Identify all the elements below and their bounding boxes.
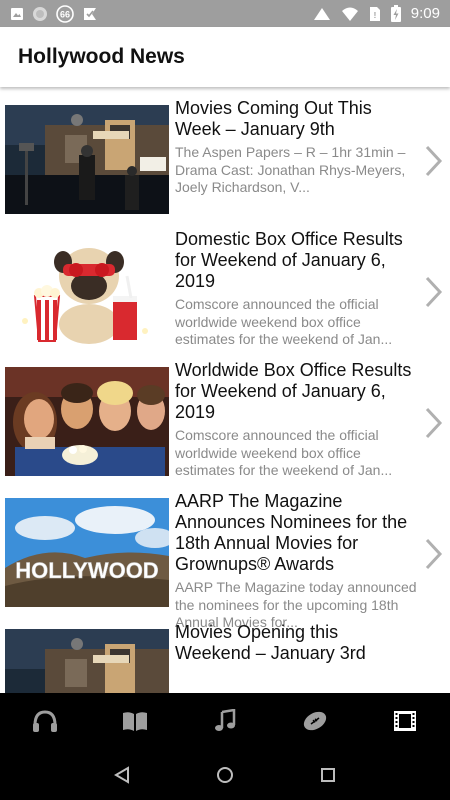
chevron-right-icon[interactable] (420, 274, 446, 310)
bottom-nav (0, 693, 450, 749)
home-icon (216, 766, 233, 783)
news-title[interactable]: Worldwide Box Office Results for Weekend… (175, 360, 417, 423)
news-title[interactable]: Movies Coming Out This Week – January 9t… (175, 98, 417, 140)
recents-icon (321, 767, 336, 782)
check-flag-icon (82, 6, 98, 22)
news-title[interactable]: AARP The Magazine Announces Nominees for… (175, 491, 417, 575)
news-item[interactable]: Worldwide Box Office Results for Weekend… (0, 351, 450, 482)
news-snippet: Comscore announced the official worldwid… (175, 427, 393, 478)
news-thumbnail: HOLLYWOOD (5, 498, 169, 607)
chevron-right-icon[interactable] (420, 405, 446, 441)
headphones-icon (33, 710, 57, 732)
news-snippet: The Aspen Papers – R – 1hr 31min – Drama… (175, 144, 406, 195)
nav-item-audio[interactable] (0, 693, 90, 749)
circle-icon (32, 6, 48, 22)
chevron-right-icon[interactable] (420, 536, 446, 572)
clock: 9:09 (410, 5, 440, 22)
news-title[interactable]: Domestic Box Office Results for Weekend … (175, 229, 417, 292)
speed-badge-text: 66 (60, 9, 70, 19)
speed-badge-icon: 66 (56, 4, 74, 23)
news-text: AARP The Magazine Announces Nominees for… (175, 491, 417, 632)
nav-item-movies[interactable] (360, 693, 450, 749)
football-icon (303, 711, 327, 731)
news-text: Domestic Box Office Results for Weekend … (175, 229, 417, 349)
nav-item-books[interactable] (90, 693, 180, 749)
nav-item-sports[interactable] (270, 693, 360, 749)
status-bar: 66 ! 9:09 (0, 0, 450, 27)
system-nav (0, 749, 450, 800)
image-icon (10, 7, 24, 21)
no-sim-icon: ! (369, 6, 381, 22)
svg-text:!: ! (373, 11, 376, 20)
news-thumbnail (5, 629, 169, 693)
hollywood-sign: HOLLYWOOD (15, 558, 158, 583)
news-list[interactable]: Movies Coming Out This Week – January 9t… (0, 89, 450, 693)
news-thumbnail (5, 367, 169, 476)
news-item[interactable]: Movies Opening this Weekend – January 3r… (0, 613, 450, 693)
news-thumbnail (5, 105, 169, 214)
music-note-icon (215, 709, 236, 731)
home-button[interactable] (205, 755, 245, 795)
wifi-icon (341, 6, 359, 22)
news-thumbnail (5, 236, 169, 345)
news-title[interactable]: Movies Opening this Weekend – January 3r… (175, 622, 417, 664)
news-item[interactable]: Domestic Box Office Results for Weekend … (0, 220, 450, 351)
battery-charging-icon (390, 5, 401, 22)
news-item[interactable]: Movies Coming Out This Week – January 9t… (0, 89, 450, 220)
back-icon (113, 765, 129, 784)
book-icon (123, 712, 147, 731)
page-title: Hollywood News (18, 45, 185, 68)
news-text: Movies Coming Out This Week – January 9t… (175, 98, 417, 197)
film-icon (394, 711, 416, 731)
news-snippet: Comscore announced the official worldwid… (175, 296, 393, 347)
news-text: Worldwide Box Office Results for Weekend… (175, 360, 417, 480)
app-bar: Hollywood News (0, 27, 450, 87)
recents-button[interactable] (308, 755, 348, 795)
news-text: Movies Opening this Weekend – January 3r… (175, 622, 417, 664)
news-item[interactable]: HOLLYWOOD AARP The Magazine Announces No… (0, 482, 450, 630)
nav-item-music[interactable] (180, 693, 270, 749)
chevron-right-icon[interactable] (420, 143, 446, 179)
back-button[interactable] (102, 755, 142, 795)
vibrate-icon (313, 6, 331, 22)
